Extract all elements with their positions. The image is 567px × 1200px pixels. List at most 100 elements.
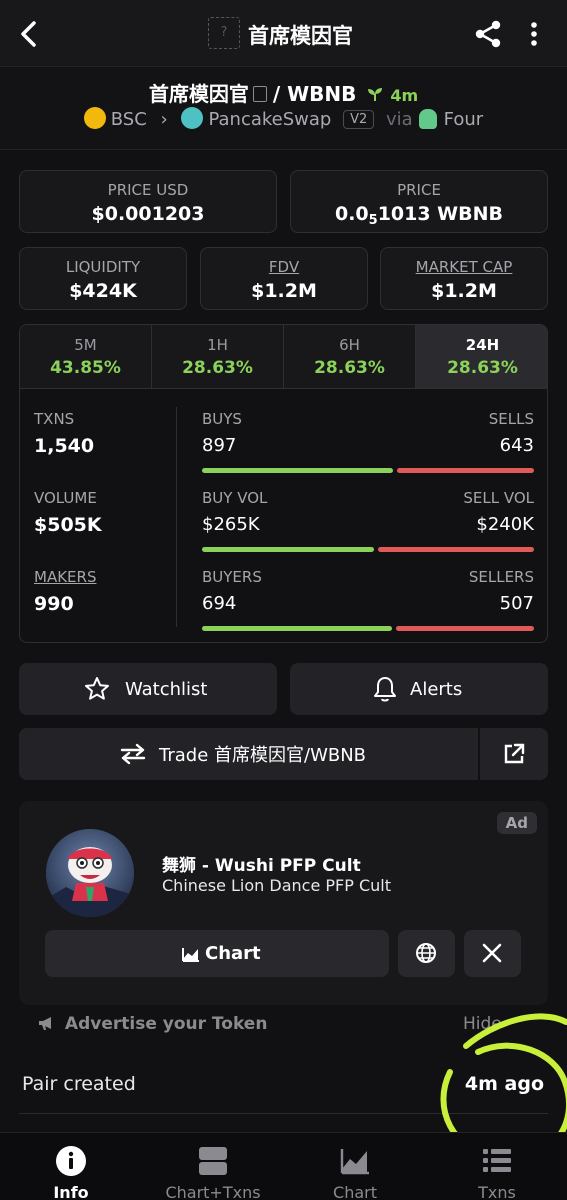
sells-label: SELLS	[488, 410, 534, 428]
nav-label: Chart	[333, 1183, 377, 1200]
tab-change: 28.63%	[314, 358, 385, 378]
share-icon[interactable]	[472, 18, 504, 50]
buyers-label: BUYERS	[202, 568, 262, 586]
buyers-value: 694	[202, 593, 237, 614]
price-native-label: PRICE	[397, 181, 441, 199]
nav-label: Chart+Txns	[165, 1183, 261, 1200]
liquidity-value: $424K	[69, 280, 137, 302]
nav-txns[interactable]: Txns	[426, 1133, 567, 1200]
buys-label: BUYS	[202, 410, 242, 428]
txns-row: TXNS 1,540 BUYS 897 SELLS 643	[20, 410, 547, 480]
ad-name[interactable]: 舞狮 - Wushi PFP Cult	[162, 851, 361, 876]
market-cap-label[interactable]: MARKET CAP	[381, 258, 547, 276]
fdv-card[interactable]: FDV $1.2M	[200, 247, 368, 310]
more-options-icon[interactable]	[524, 18, 544, 50]
bell-icon	[374, 677, 396, 702]
chain-name[interactable]: BSC	[111, 109, 147, 130]
tab-5m[interactable]: 5M 43.85%	[20, 325, 152, 389]
version-badge: V2	[343, 110, 375, 129]
ad-tag: Ad	[496, 812, 537, 834]
makers-label[interactable]: MAKERS	[34, 568, 96, 586]
ad-description: Chinese Lion Dance PFP Cult	[162, 876, 391, 895]
nav-label: Txns	[478, 1183, 516, 1200]
top-bar: ? 首席模因官	[0, 0, 567, 67]
globe-icon	[416, 943, 436, 963]
external-link-icon	[504, 743, 525, 764]
ad-website-button[interactable]	[398, 930, 455, 977]
volume-label: VOLUME	[34, 489, 97, 507]
pair-separator: /	[272, 82, 281, 106]
pair-created-label: Pair created	[22, 1073, 136, 1095]
trade-button[interactable]: Trade 首席模因官/WBNB	[19, 728, 478, 780]
fdv-value: $1.2M	[251, 280, 317, 302]
swap-arrows-icon	[120, 743, 146, 765]
alerts-button[interactable]: Alerts	[290, 663, 548, 715]
buy-vol-value: $265K	[202, 514, 260, 535]
ad-chart-button[interactable]: Chart	[45, 930, 389, 977]
watchlist-button[interactable]: Watchlist	[19, 663, 277, 715]
launchpad-name[interactable]: Four	[444, 109, 484, 130]
nav-chart-txns[interactable]: Chart+Txns	[142, 1133, 284, 1200]
back-arrow-icon[interactable]	[14, 17, 44, 51]
tab-change: 28.63%	[182, 358, 253, 378]
price-usd-label: PRICE USD	[107, 181, 189, 199]
chart-icon	[340, 1149, 369, 1175]
tab-1h[interactable]: 1H 28.63%	[152, 325, 284, 389]
sellers-label: SELLERS	[468, 568, 534, 586]
advertise-label: Advertise your Token	[64, 1014, 268, 1034]
tab-label: 5M	[74, 336, 97, 354]
pair-quote-token: WBNB	[287, 82, 357, 106]
txns-value: 1,540	[34, 435, 95, 457]
price-usd-card: PRICE USD $0.001203	[19, 170, 277, 233]
pair-name-line: 首席模因官 / WBNB 4m	[0, 78, 567, 107]
price-native-card: PRICE 0.051013 WBNB	[290, 170, 548, 233]
nav-chart[interactable]: Chart	[284, 1133, 426, 1200]
sellers-bar	[396, 626, 534, 631]
fdv-label[interactable]: FDV	[201, 258, 367, 276]
bottom-nav: Info Chart+Txns Chart Txns	[0, 1132, 567, 1200]
lion-dance-avatar[interactable]	[46, 829, 134, 917]
market-cap-card[interactable]: MARKET CAP $1.2M	[380, 247, 548, 310]
tab-6h[interactable]: 6H 28.63%	[284, 325, 416, 389]
chart-image-icon	[182, 947, 199, 962]
watchlist-label: Watchlist	[125, 678, 208, 700]
liquidity-card: LIQUIDITY $424K	[19, 247, 187, 310]
txns-label: TXNS	[34, 410, 75, 428]
buy-vol-bar	[202, 547, 374, 552]
makers-row: MAKERS 990 BUYERS 694 SELLERS 507	[20, 568, 547, 638]
pancakeswap-icon	[181, 107, 204, 129]
tab-change: 43.85%	[50, 358, 121, 378]
advertise-link[interactable]: Advertise your Token	[37, 1014, 267, 1034]
via-label: via	[385, 109, 413, 130]
external-link-button[interactable]	[480, 728, 548, 780]
sell-vol-value: $240K	[476, 514, 534, 535]
sellers-value: 507	[499, 593, 534, 614]
buy-vol-label: BUY VOL	[202, 489, 268, 507]
sell-vol-bar	[378, 547, 534, 552]
copy-icon[interactable]	[252, 86, 267, 102]
page-title: 首席模因官	[248, 24, 353, 48]
sells-bar	[397, 468, 534, 473]
sell-vol-label: SELL VOL	[463, 489, 534, 507]
hide-ads-link[interactable]: Hide	[463, 1014, 502, 1034]
info-icon	[56, 1146, 86, 1176]
ad-chart-label: Chart	[205, 943, 261, 964]
buyers-bar	[202, 626, 392, 631]
liquidity-label: LIQUIDITY	[65, 258, 141, 276]
x-logo-icon	[482, 943, 502, 963]
pair-age: 4m	[390, 86, 419, 105]
tab-24h[interactable]: 24H 28.63%	[416, 325, 547, 389]
tab-label: 24H	[465, 336, 500, 354]
token-image-placeholder: ?	[208, 17, 240, 49]
volume-value: $505K	[34, 514, 102, 536]
pair-header: 首席模因官 / WBNB 4m BSC › PancakeSwap V2 via F…	[0, 68, 567, 150]
timeframe-tabs: 5M 43.85% 1H 28.63% 6H 28.63% 24H 28.63%	[20, 325, 547, 389]
trade-label: Trade 首席模因官/WBNB	[159, 745, 367, 766]
dex-name[interactable]: PancakeSwap	[208, 109, 331, 130]
ad-x-button[interactable]	[464, 930, 521, 977]
tab-label: 1H	[207, 336, 228, 354]
four-launchpad-icon	[418, 109, 437, 129]
nav-info[interactable]: Info	[0, 1133, 142, 1200]
buys-value: 897	[202, 435, 237, 456]
ad-card: Ad 舞狮 - Wushi PFP Cult Chinese Lion Danc…	[19, 801, 548, 1005]
